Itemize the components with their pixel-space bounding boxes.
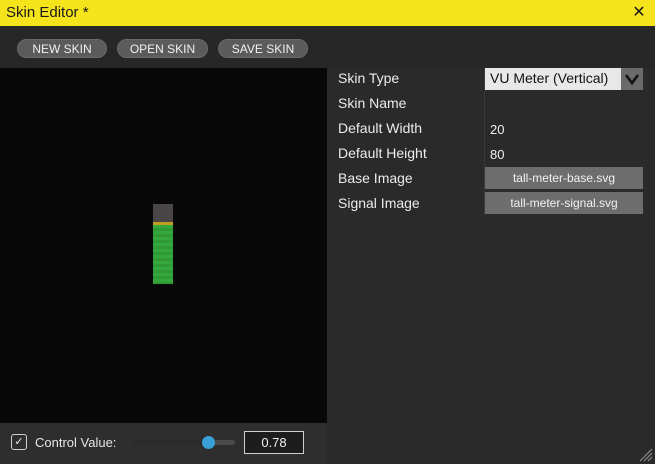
base-image-label: Base Image <box>338 170 413 186</box>
default-height-field[interactable]: 80 <box>490 147 504 162</box>
chevron-down-icon[interactable] <box>621 68 643 90</box>
window-title: Skin Editor * <box>6 4 89 21</box>
skin-preview-area <box>0 68 327 423</box>
resize-grip-icon[interactable] <box>637 446 653 462</box>
meter-signal-image <box>153 222 173 284</box>
control-value-label: Control Value: <box>35 435 117 450</box>
skin-name-label: Skin Name <box>338 95 407 111</box>
skin-type-dropdown[interactable]: VU Meter (Vertical) <box>485 68 643 90</box>
new-skin-button[interactable]: NEW SKIN <box>17 39 107 58</box>
base-image-button[interactable]: tall-meter-base.svg <box>485 167 643 189</box>
skin-type-value: VU Meter (Vertical) <box>490 70 609 86</box>
skin-editor-window: Skin Editor * ✕ NEW SKIN OPEN SKIN SAVE … <box>0 0 655 464</box>
slider-fill <box>133 440 213 445</box>
save-skin-button[interactable]: SAVE SKIN <box>218 39 308 58</box>
toolbar: NEW SKIN OPEN SKIN SAVE SKIN <box>0 26 655 68</box>
slider-thumb[interactable] <box>202 436 215 449</box>
control-value-bar: ✓ Control Value: 0.78 <box>0 423 327 464</box>
signal-image-label: Signal Image <box>338 195 420 211</box>
control-value-input[interactable]: 0.78 <box>244 431 304 454</box>
close-icon[interactable]: ✕ <box>628 2 650 24</box>
control-value-checkbox[interactable]: ✓ <box>11 434 27 450</box>
control-value-slider[interactable] <box>133 440 235 445</box>
signal-image-button[interactable]: tall-meter-signal.svg <box>485 192 643 214</box>
default-width-label: Default Width <box>338 120 423 136</box>
default-height-label: Default Height <box>338 145 427 161</box>
default-width-field[interactable]: 20 <box>490 122 504 137</box>
title-bar[interactable]: Skin Editor * ✕ <box>0 0 655 26</box>
properties-panel: Skin Type VU Meter (Vertical) Skin Name … <box>327 68 655 464</box>
open-skin-button[interactable]: OPEN SKIN <box>117 39 208 58</box>
skin-type-label: Skin Type <box>338 70 400 86</box>
